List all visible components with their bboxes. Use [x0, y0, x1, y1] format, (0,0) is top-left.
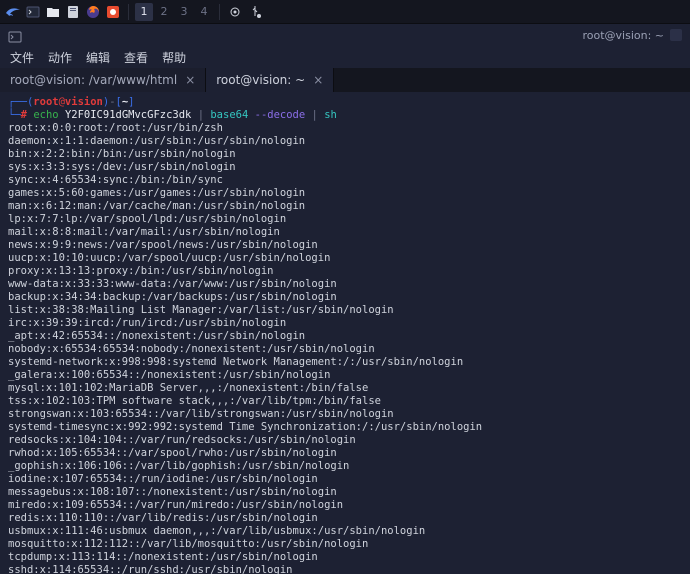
app-terminal-icon[interactable]	[24, 3, 42, 21]
menu-edit[interactable]: 编辑	[86, 49, 110, 66]
workspace-3[interactable]: 3	[175, 3, 193, 21]
terminal-window: root@vision: ~ 文件 动作 编辑 查看 帮助 root@visio…	[0, 24, 690, 574]
prompt-frame2: └─	[8, 109, 21, 121]
menu-file[interactable]: 文件	[10, 49, 34, 66]
menu-actions[interactable]: 动作	[48, 49, 72, 66]
workspace-1[interactable]: 1	[135, 3, 153, 21]
window-minimize-button[interactable]	[670, 29, 682, 41]
terminal-body[interactable]: ┌──(root@vision)-[~] └─# echo Y2F0IC91dG…	[0, 92, 690, 574]
prompt-path-close: ]	[128, 96, 134, 108]
tray-usb-icon[interactable]	[246, 3, 264, 21]
terminal-output: root:x:0:0:root:/root:/usr/bin/zsh daemo…	[8, 122, 682, 574]
prompt-user: root	[33, 96, 58, 108]
tab-home[interactable]: root@vision: ~ ×	[206, 68, 334, 92]
cmd-pipe: |	[312, 109, 318, 121]
app-editor-icon[interactable]	[64, 3, 82, 21]
desktop-taskbar: 1 2 3 4	[0, 0, 690, 24]
terminal-menubar: 文件 动作 编辑 查看 帮助	[0, 46, 690, 68]
close-icon[interactable]: ×	[185, 73, 195, 87]
cmd-base64: base64	[210, 109, 248, 121]
close-icon[interactable]: ×	[313, 73, 323, 87]
window-title: root@vision: ~	[582, 29, 664, 42]
workspace-4[interactable]: 4	[195, 3, 213, 21]
tab-label: root@vision: /var/www/html	[10, 73, 177, 87]
app-burp-icon[interactable]	[104, 3, 122, 21]
window-titlebar[interactable]: root@vision: ~	[0, 24, 690, 46]
menu-help[interactable]: 帮助	[162, 49, 186, 66]
app-firefox-icon[interactable]	[84, 3, 102, 21]
tab-www-html[interactable]: root@vision: /var/www/html ×	[0, 68, 206, 92]
terminal-tabs: root@vision: /var/www/html × root@vision…	[0, 68, 690, 92]
prompt-hash: #	[21, 109, 27, 121]
workspace-switcher: 1 2 3 4	[131, 3, 217, 21]
taskbar-separator	[128, 4, 129, 20]
menu-view[interactable]: 查看	[124, 49, 148, 66]
prompt-frame: ┌──(	[8, 96, 33, 108]
tray-recording-icon[interactable]	[226, 3, 244, 21]
taskbar-separator	[219, 4, 220, 20]
workspace-2[interactable]: 2	[155, 3, 173, 21]
window-menu-icon[interactable]	[4, 26, 26, 48]
cmd-pipe: |	[198, 109, 204, 121]
cmd-arg: Y2F0IC91dGMvcGFzc3dk	[65, 109, 191, 121]
cmd-flag: --decode	[255, 109, 306, 121]
prompt-host: vision	[65, 96, 103, 108]
cmd-echo: echo	[33, 109, 58, 121]
kali-menu-icon[interactable]	[4, 3, 22, 21]
app-files-icon[interactable]	[44, 3, 62, 21]
cmd-sh: sh	[324, 109, 337, 121]
tab-label: root@vision: ~	[216, 73, 305, 87]
